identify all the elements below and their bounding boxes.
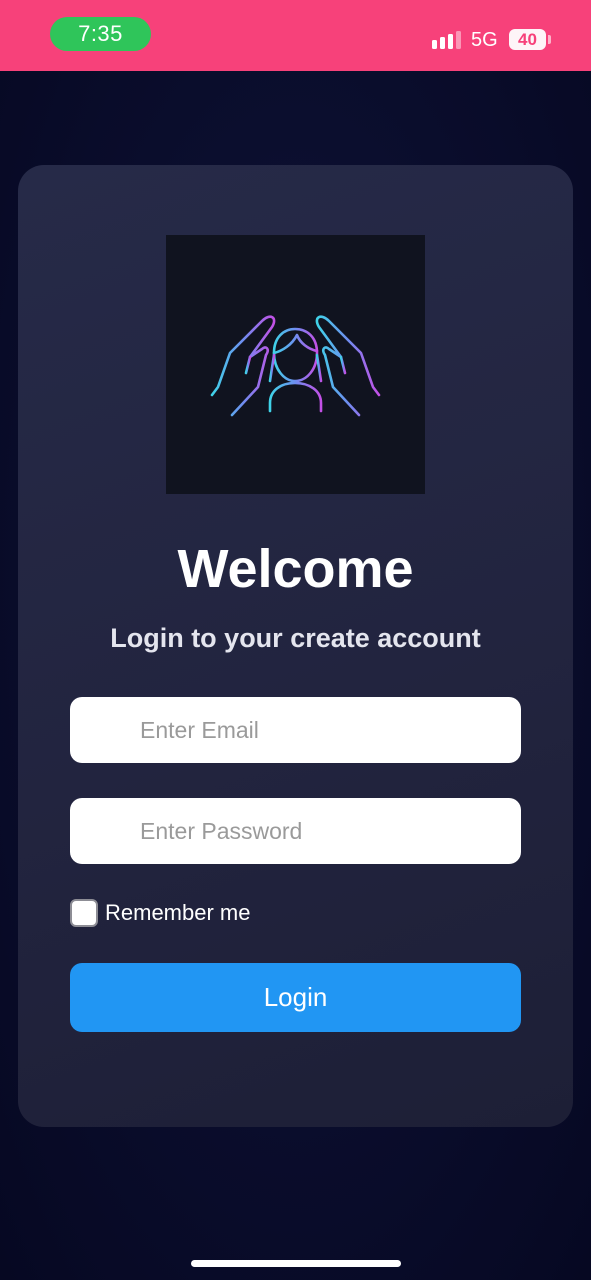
remember-me-checkbox[interactable]: [70, 899, 98, 927]
remember-me-label: Remember me: [105, 900, 251, 925]
protective-hands-person-icon: [210, 315, 381, 417]
signal-strength-icon: [432, 31, 461, 49]
email-field[interactable]: [70, 697, 521, 763]
status-bar: 7:35 5G 40: [0, 0, 591, 71]
status-time: 7:35: [50, 17, 151, 51]
page-subtitle: Login to your create account: [110, 623, 481, 653]
password-field[interactable]: [70, 798, 521, 864]
battery-tip: [548, 35, 551, 44]
page-title: Welcome: [177, 539, 414, 599]
home-indicator: [191, 1260, 401, 1267]
login-button[interactable]: Login: [70, 963, 521, 1032]
app-logo: [166, 235, 425, 494]
remember-me-row[interactable]: Remember me: [70, 899, 250, 927]
login-card: Welcome Login to your create account Rem…: [18, 165, 573, 1127]
battery-icon: 40: [509, 29, 546, 50]
network-type: 5G: [471, 29, 498, 51]
